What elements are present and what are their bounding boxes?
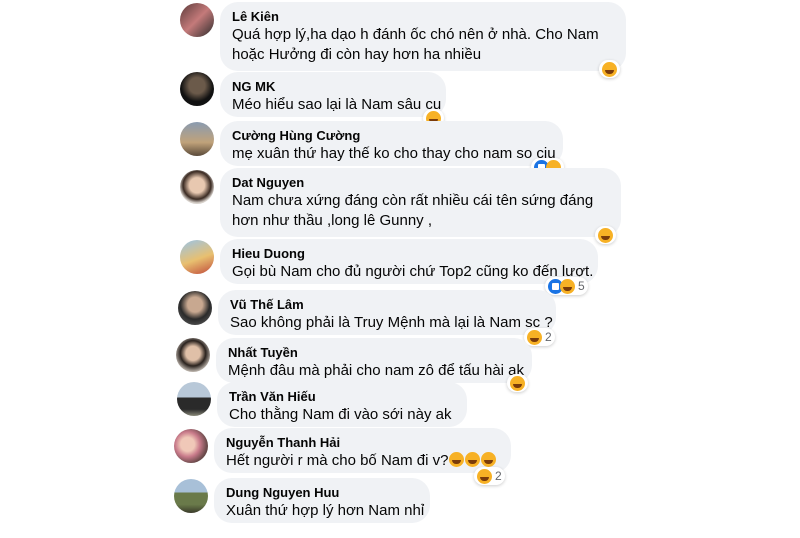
comment-bubble: Nguyễn Thanh Hải Hết người r mà cho bố N… [214, 428, 511, 473]
reaction-count: 2 [495, 469, 502, 483]
comment-text: Sao không phải là Truy Mệnh mà lại là Na… [230, 314, 553, 331]
comment-text: Xuân thứ hợp lý hơn Nam nhỉ [226, 502, 425, 519]
comment-author[interactable]: Nguyễn Thanh Hải [226, 435, 499, 451]
haha-icon [527, 329, 542, 345]
comment-bubble: Nhất Tuyền Mệnh đâu mà phải cho nam zô đ… [216, 338, 532, 383]
avatar[interactable] [180, 122, 214, 156]
haha-icon [449, 452, 465, 467]
comment-text: Hết người r mà cho bố Nam đi v? [226, 451, 499, 471]
avatar[interactable] [180, 240, 214, 274]
comment-author[interactable]: Dat Nguyen [232, 175, 609, 191]
comment-bubble: Dat Nguyen Nam chưa xứng đáng còn rất nh… [220, 168, 621, 237]
haha-icon [510, 375, 525, 391]
haha-icon [560, 278, 575, 294]
haha-icon [602, 61, 617, 77]
comment-text: hơn như thầu ,long lê Gunny , [232, 212, 433, 229]
avatar[interactable] [180, 72, 214, 106]
comment-text: Nam chưa xứng đáng còn rất nhiều cái tên… [232, 192, 594, 209]
reaction-summary[interactable] [595, 226, 616, 244]
comment-bubble: Trần Văn Hiếu Cho thằng Nam đi vào sới n… [217, 382, 467, 427]
avatar[interactable] [178, 291, 212, 325]
comment-author[interactable]: Vũ Thế Lâm [230, 297, 544, 313]
avatar[interactable] [176, 338, 210, 372]
reaction-count: 5 [578, 279, 585, 293]
reaction-count: 2 [545, 330, 552, 344]
comment-author[interactable]: Lê Kiên [232, 9, 614, 25]
avatar[interactable] [180, 3, 214, 37]
comment-author[interactable]: Nhất Tuyền [228, 345, 520, 361]
comment-bubble: Dung Nguyen Huu Xuân thứ hợp lý hơn Nam … [214, 478, 430, 523]
comment-author[interactable]: Hieu Duong [232, 246, 586, 262]
comment-bubble: Hieu Duong Gọi bù Nam cho đủ người chứ T… [220, 239, 598, 284]
haha-icon [477, 468, 492, 484]
reaction-summary[interactable] [599, 60, 620, 78]
comment-author[interactable]: Dung Nguyen Huu [226, 485, 418, 501]
avatar[interactable] [177, 382, 211, 416]
reaction-summary[interactable] [507, 374, 528, 392]
comment-text: mẹ xuân thứ hay thế ko cho thay cho nam … [232, 145, 556, 162]
comment-bubble: Vũ Thế Lâm Sao không phải là Truy Mệnh m… [218, 290, 556, 335]
reaction-summary[interactable]: 2 [474, 467, 505, 485]
avatar[interactable] [180, 170, 214, 204]
haha-icon [481, 452, 497, 467]
comment-bubble: Lê Kiên Quá hợp lý,ha dạo h đánh ốc chó … [220, 2, 626, 71]
comment-text-content: Hết người r mà cho bố Nam đi v? [226, 452, 449, 469]
reaction-summary[interactable]: 2 [524, 328, 555, 346]
haha-icon [598, 227, 613, 243]
comment-bubble: Cường Hùng Cường mẹ xuân thứ hay thế ko … [220, 121, 563, 166]
comment-text: hoặc Hưởng đi còn hay hơn ha nhiều [232, 46, 482, 63]
reaction-summary[interactable]: 5 [545, 277, 588, 295]
haha-icon [465, 452, 481, 467]
comment-author[interactable]: Cường Hùng Cường [232, 128, 551, 144]
comment-text: Gọi bù Nam cho đủ người chứ Top2 cũng ko… [232, 263, 594, 280]
comment-text: Méo hiểu sao lại là Nam sâu cu [232, 96, 442, 113]
avatar[interactable] [174, 429, 208, 463]
comment-bubble: NG MK Méo hiểu sao lại là Nam sâu cu [220, 72, 446, 117]
avatar[interactable] [174, 479, 208, 513]
comment-text: Quá hợp lý,ha dạo h đánh ốc chó nên ở nh… [232, 26, 599, 43]
comment-author[interactable]: NG MK [232, 79, 434, 95]
comment-text: Mệnh đâu mà phải cho nam zô để tấu hài a… [228, 362, 525, 379]
comment-text: Cho thằng Nam đi vào sới này ak [229, 406, 452, 423]
comment-author[interactable]: Trần Văn Hiếu [229, 389, 455, 405]
